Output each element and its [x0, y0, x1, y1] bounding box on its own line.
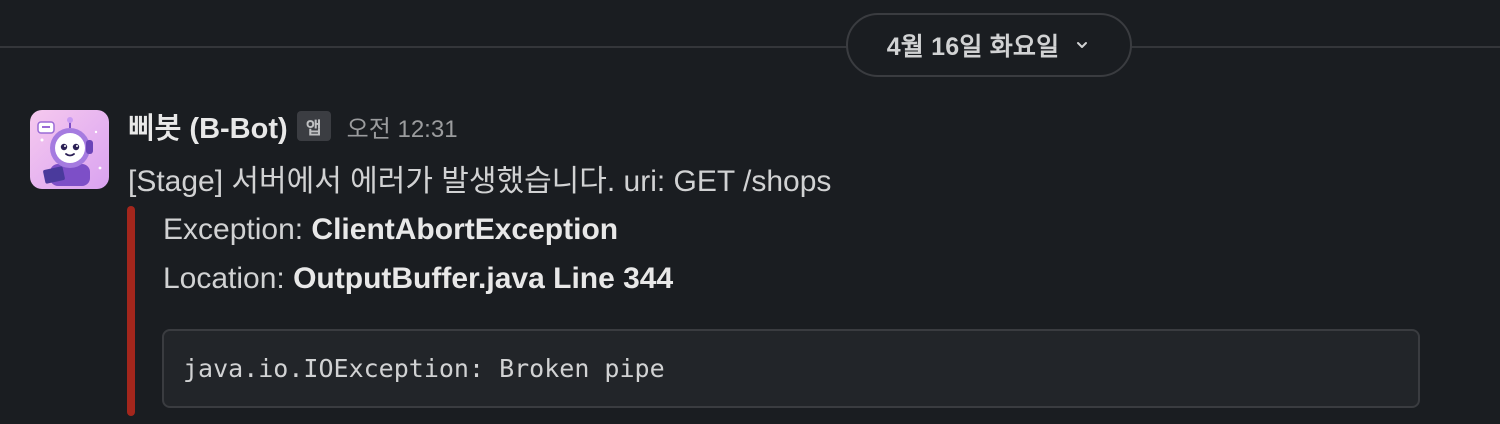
- message-timestamp[interactable]: 오전 12:31: [347, 109, 458, 144]
- message-text: [Stage] 서버에서 에러가 발생했습니다. uri: GET /shops: [128, 165, 832, 198]
- message-header: 삐봇 (B-Bot) 앱 오전 12:31: [128, 106, 458, 146]
- code-text: java.io.IOException: Broken pipe: [183, 354, 665, 383]
- date-divider-line: [0, 46, 1500, 48]
- code-block: java.io.IOException: Broken pipe: [162, 329, 1420, 408]
- field-label: Location:: [163, 262, 294, 295]
- attachment-accent-bar: [127, 206, 135, 416]
- bot-avatar[interactable]: [30, 110, 109, 189]
- chevron-down-icon: [1073, 36, 1091, 54]
- robot-avatar-icon: [30, 110, 109, 189]
- date-divider-button[interactable]: 4월 16일 화요일: [846, 13, 1132, 77]
- attachment-field-exception: Exception: ClientAbortException: [163, 213, 618, 247]
- field-value: OutputBuffer.java Line 344: [293, 262, 674, 295]
- app-badge: 앱: [296, 111, 331, 141]
- attachment-field-location: Location: OutputBuffer.java Line 344: [163, 262, 673, 296]
- sender-name[interactable]: 삐봇 (B-Bot): [128, 105, 288, 147]
- field-value: ClientAbortException: [311, 213, 619, 246]
- message-view: 4월 16일 화요일 삐봇 (B-Bot) 앱 오전 12:31 [Stage]…: [0, 0, 1500, 424]
- date-label: 4월 16일 화요일: [886, 33, 1060, 61]
- field-label: Exception:: [163, 213, 312, 246]
